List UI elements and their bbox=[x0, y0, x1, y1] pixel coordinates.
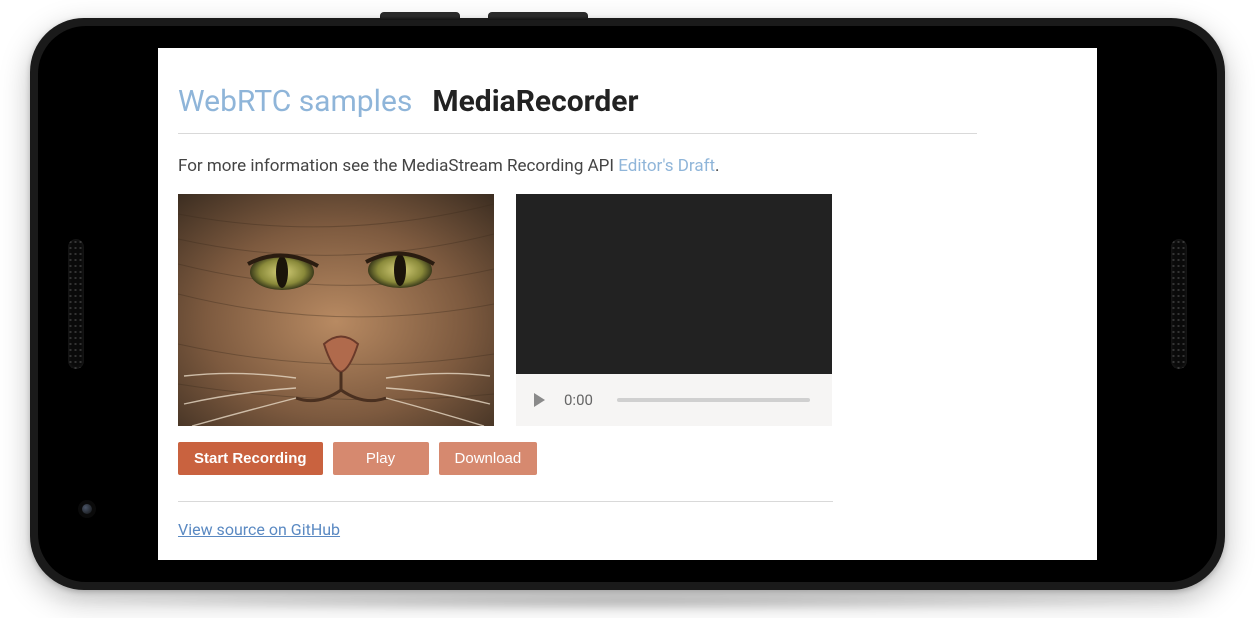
phone-bezel: WebRTC samples MediaRecorder For more in… bbox=[38, 26, 1217, 582]
play-button[interactable]: Play bbox=[333, 442, 429, 475]
recorded-video-player: 0:00 bbox=[516, 194, 832, 426]
phone-volume-button bbox=[488, 12, 588, 20]
info-text-suffix: . bbox=[715, 156, 719, 176]
phone-top-buttons bbox=[380, 12, 588, 20]
page-title: MediaRecorder bbox=[432, 84, 638, 119]
info-paragraph: For more information see the MediaStream… bbox=[178, 156, 977, 176]
editors-draft-link[interactable]: Editor's Draft bbox=[618, 156, 715, 176]
speaker-grille-left bbox=[68, 239, 84, 369]
page-header: WebRTC samples MediaRecorder bbox=[178, 84, 977, 134]
phone-power-button bbox=[380, 12, 460, 20]
playback-time: 0:00 bbox=[564, 391, 593, 409]
media-row: 0:00 bbox=[178, 194, 977, 426]
info-text-prefix: For more information see the MediaStream… bbox=[178, 156, 618, 176]
page-content: WebRTC samples MediaRecorder For more in… bbox=[158, 48, 1097, 539]
device-shadow bbox=[30, 590, 1225, 612]
phone-screen: WebRTC samples MediaRecorder For more in… bbox=[158, 48, 1097, 560]
start-recording-button[interactable]: Start Recording bbox=[178, 442, 323, 475]
header-site-link[interactable]: WebRTC samples bbox=[178, 84, 412, 119]
action-buttons: Start Recording Play Download bbox=[178, 442, 833, 502]
speaker-grille-right bbox=[1171, 239, 1187, 369]
front-camera bbox=[82, 504, 92, 514]
play-icon[interactable] bbox=[530, 391, 548, 409]
video-controls: 0:00 bbox=[516, 374, 832, 426]
live-video-preview[interactable] bbox=[178, 194, 494, 426]
seek-bar[interactable] bbox=[617, 398, 810, 402]
video-playback-area[interactable] bbox=[516, 194, 832, 374]
phone-device-frame: WebRTC samples MediaRecorder For more in… bbox=[30, 18, 1225, 590]
download-button[interactable]: Download bbox=[439, 442, 538, 475]
view-source-link[interactable]: View source on GitHub bbox=[178, 520, 340, 539]
